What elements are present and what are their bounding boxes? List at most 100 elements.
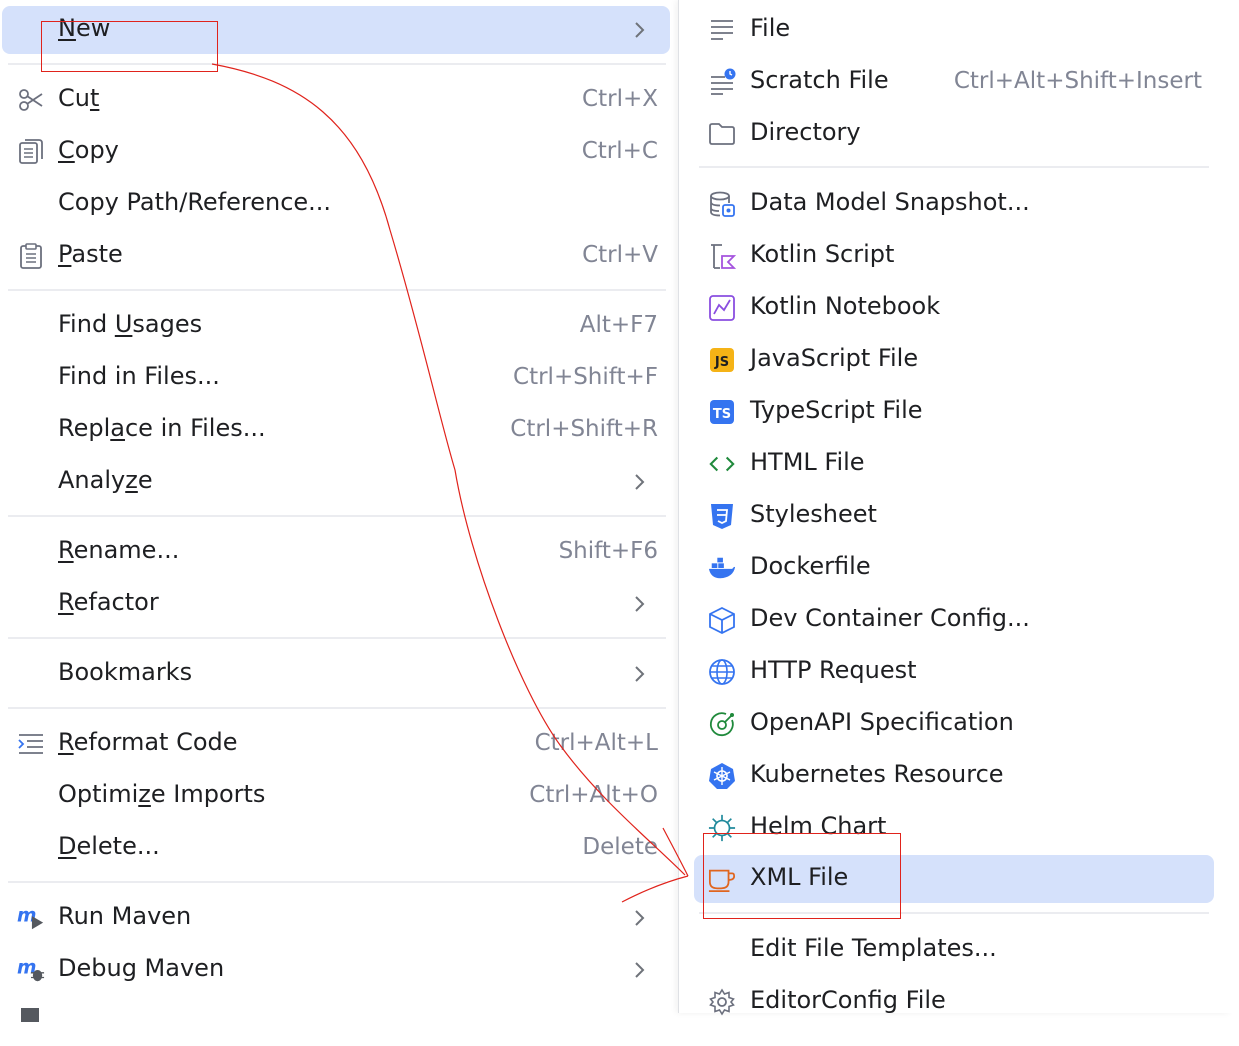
submenu-item-label: Kotlin Notebook xyxy=(750,292,941,320)
menu-item-label: Replace in Files... xyxy=(58,414,266,442)
menu-item-label: Copy xyxy=(58,136,119,164)
menu-separator xyxy=(8,289,666,291)
svg-text:JS: JS xyxy=(714,355,729,370)
menu-item-label: Bookmarks xyxy=(58,658,193,686)
submenu-item-label: OpenAPI Specification xyxy=(750,708,1014,736)
menu-separator xyxy=(8,637,666,639)
submenu-item-kotlin-script[interactable]: Kotlin Script xyxy=(694,232,1214,280)
database-snapshot-icon xyxy=(708,190,736,218)
submenu-item-kubernetes-resource[interactable]: Kubernetes Resource xyxy=(694,752,1214,800)
editor-edge xyxy=(1230,0,1239,1013)
menu-item-debug-maven[interactable]: m Debug Maven xyxy=(2,946,670,994)
menu-item-shortcut: Ctrl+Alt+L xyxy=(534,730,658,756)
menu-item-analyze[interactable]: Analyze xyxy=(2,458,670,506)
menu-item-shortcut: Ctrl+Alt+O xyxy=(529,782,658,808)
submenu-item-label: Stylesheet xyxy=(750,500,877,528)
menu-item-cut-off[interactable] xyxy=(2,998,670,1046)
submenu-item-label: XML File xyxy=(750,863,849,891)
menu-item-paste[interactable]: Paste Ctrl+V xyxy=(2,232,670,280)
submenu-item-data-model-snapshot[interactable]: Data Model Snapshot... xyxy=(694,180,1214,228)
menu-item-label: Rename... xyxy=(58,536,180,564)
menu-item-replace-in-files[interactable]: Replace in Files... Ctrl+Shift+R xyxy=(2,406,670,454)
scissors-icon xyxy=(17,86,45,114)
docker-icon xyxy=(708,554,736,582)
submenu-item-javascript-file[interactable]: JS JavaScript File xyxy=(694,336,1214,384)
menu-item-copy-path[interactable]: Copy Path/Reference... xyxy=(2,180,670,228)
chevron-right-icon xyxy=(635,474,645,490)
menu-item-new[interactable]: New xyxy=(2,6,670,54)
submenu-item-label: JavaScript File xyxy=(750,344,919,372)
submenu-separator xyxy=(699,912,1209,914)
submenu-item-label: Scratch File xyxy=(750,66,889,94)
svg-text:TS: TS xyxy=(713,407,731,422)
submenu-item-stylesheet[interactable]: Stylesheet xyxy=(694,492,1214,540)
submenu-item-label: TypeScript File xyxy=(750,396,923,424)
menu-item-rename[interactable]: Rename... Shift+F6 xyxy=(2,528,670,576)
globe-icon xyxy=(708,658,736,686)
submenu-item-label: Directory xyxy=(750,118,861,146)
menu-item-label: Refactor xyxy=(58,588,159,616)
menu-item-label: Delete... xyxy=(58,832,160,860)
menu-item-label: New xyxy=(58,14,111,42)
submenu-item-label: Edit File Templates... xyxy=(750,934,997,962)
submenu-item-dockerfile[interactable]: Dockerfile xyxy=(694,544,1214,592)
submenu-item-kotlin-notebook[interactable]: Kotlin Notebook xyxy=(694,284,1214,332)
menu-item-run-maven[interactable]: m Run Maven xyxy=(2,894,670,942)
menu-separator xyxy=(8,881,666,883)
folder-icon xyxy=(708,120,736,148)
menu-item-find-in-files[interactable]: Find in Files... Ctrl+Shift+F xyxy=(2,354,670,402)
javascript-icon: JS xyxy=(708,346,736,374)
xml-cup-icon xyxy=(708,865,736,893)
chevron-right-icon xyxy=(635,22,645,38)
menu-separator xyxy=(8,515,666,517)
menu-item-shortcut: Ctrl+C xyxy=(581,138,658,164)
submenu-item-http-request[interactable]: HTTP Request xyxy=(694,648,1214,696)
menu-item-shortcut: Delete xyxy=(582,834,658,860)
chevron-right-icon xyxy=(635,666,645,682)
submenu-item-html-file[interactable]: HTML File xyxy=(694,440,1214,488)
html-icon xyxy=(708,450,736,478)
menu-item-cut[interactable]: Cut Ctrl+X xyxy=(2,76,670,124)
menu-item-label: Find in Files... xyxy=(58,362,220,390)
clipboard-icon xyxy=(17,242,45,270)
submenu-separator xyxy=(699,166,1209,168)
submenu-item-edit-file-templates[interactable]: Edit File Templates... xyxy=(694,926,1214,974)
menu-separator xyxy=(8,707,666,709)
typescript-icon: TS xyxy=(708,398,736,426)
menu-item-label: Cut xyxy=(58,84,100,112)
menu-item-refactor[interactable]: Refactor xyxy=(2,580,670,628)
maven-debug-icon: m xyxy=(17,956,45,984)
kubernetes-icon xyxy=(708,762,736,790)
menu-item-shortcut: Shift+F6 xyxy=(558,538,658,564)
css-icon xyxy=(708,502,736,530)
menu-item-label: Run Maven xyxy=(58,902,192,930)
menu-item-label: Optimize Imports xyxy=(58,780,266,808)
submenu-item-xml-file[interactable]: XML File xyxy=(694,855,1214,903)
submenu-item-label: Data Model Snapshot... xyxy=(750,188,1030,216)
submenu-item-typescript-file[interactable]: TS TypeScript File xyxy=(694,388,1214,436)
menu-item-label: Debug Maven xyxy=(58,954,225,982)
context-menu: New Cut Ctrl+X Copy Ctrl+C Copy Path/Ref… xyxy=(0,0,670,1022)
scratch-file-icon xyxy=(708,68,736,96)
submenu-item-directory[interactable]: Directory xyxy=(694,110,1214,158)
kotlin-notebook-icon xyxy=(708,294,736,322)
copy-icon xyxy=(17,138,45,166)
submenu-item-helm-chart[interactable]: Helm Chart xyxy=(694,804,1214,852)
menu-item-copy[interactable]: Copy Ctrl+C xyxy=(2,128,670,176)
chevron-right-icon xyxy=(635,962,645,978)
submenu-item-openapi-specification[interactable]: OpenAPI Specification xyxy=(694,700,1214,748)
menu-item-find-usages[interactable]: Find Usages Alt+F7 xyxy=(2,302,670,350)
menu-item-bookmarks[interactable]: Bookmarks xyxy=(2,650,670,698)
helm-icon xyxy=(708,814,736,842)
submenu-item-label: HTML File xyxy=(750,448,865,476)
chevron-right-icon xyxy=(635,596,645,612)
submenu-item-editorconfig-file[interactable]: EditorConfig File xyxy=(694,978,1214,1026)
submenu-item-file[interactable]: File xyxy=(694,6,1214,54)
submenu-item-scratch-file[interactable]: Scratch File Ctrl+Alt+Shift+Insert xyxy=(694,58,1214,106)
menu-item-optimize-imports[interactable]: Optimize Imports Ctrl+Alt+O xyxy=(2,772,670,820)
menu-item-reformat-code[interactable]: Reformat Code Ctrl+Alt+L xyxy=(2,720,670,768)
menu-item-label: Reformat Code xyxy=(58,728,238,756)
menu-item-delete[interactable]: Delete... Delete xyxy=(2,824,670,872)
submenu-item-dev-container-config[interactable]: Dev Container Config... xyxy=(694,596,1214,644)
menu-item-shortcut: Ctrl+V xyxy=(582,242,658,268)
